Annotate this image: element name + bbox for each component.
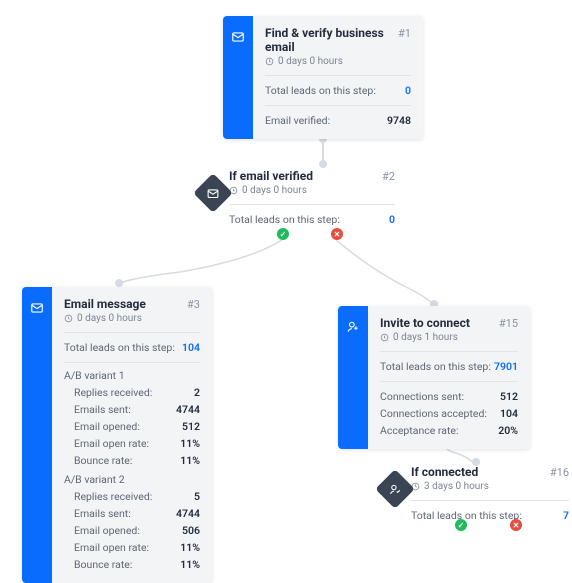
user-check-icon <box>389 483 402 496</box>
node-diamond <box>193 173 233 213</box>
metric-label: Email verified: <box>265 114 330 127</box>
node-title: If connected <box>411 465 478 479</box>
node-if-email-verified[interactable]: If email verified #2 0 days 0 hours Tota… <box>201 169 395 228</box>
branch-true-badge: ✓ <box>277 228 289 240</box>
user-plus-icon <box>346 320 360 334</box>
metric-label: Bounce rate: <box>74 454 132 467</box>
metric-value: 0 <box>389 213 395 226</box>
node-title: Email message <box>64 297 146 311</box>
metric-value: 0 <box>405 84 411 97</box>
node-invite-to-connect[interactable]: Invite to connect #15 0 days 1 hours Tot… <box>338 306 530 449</box>
node-sidebar <box>22 287 52 583</box>
metric-label: Email opened: <box>74 420 140 433</box>
node-title: Invite to connect <box>380 316 470 330</box>
node-title: Find & verify business email <box>265 26 390 54</box>
metric-label: Total leads on this step: <box>411 509 522 522</box>
delay-text: 0 days 0 hours <box>278 56 343 67</box>
node-body: Invite to connect #15 0 days 1 hours Tot… <box>368 306 530 449</box>
metric-label: Email opened: <box>74 524 140 537</box>
connector-dot <box>319 160 327 168</box>
node-body: Find & verify business email #1 0 days 0… <box>253 16 423 139</box>
metric-label: Bounce rate: <box>74 558 132 571</box>
metric-label: Acceptance rate: <box>380 424 459 437</box>
variant-label: A/B variant 1 <box>64 369 200 382</box>
metric-value: 11% <box>180 541 200 554</box>
variant-label: A/B variant 2 <box>64 473 200 486</box>
step-number: #1 <box>398 27 411 40</box>
metric-label: Total leads on this step: <box>64 341 175 354</box>
metric-label: Replies received: <box>74 386 152 399</box>
metric-value: 4744 <box>176 403 200 416</box>
step-number: #3 <box>187 298 200 311</box>
delay-text: 0 days 0 hours <box>77 313 142 324</box>
metric-value: 512 <box>182 420 200 433</box>
delay-text: 0 days 1 hours <box>393 332 458 343</box>
clock-icon <box>64 314 73 323</box>
mail-icon <box>30 301 44 315</box>
metric-label: Emails sent: <box>74 507 131 520</box>
metric-value: 11% <box>180 437 200 450</box>
mail-icon <box>207 187 220 200</box>
metric-label: Emails sent: <box>74 403 131 416</box>
metric-label: Replies received: <box>74 490 152 503</box>
metric-value: 2 <box>194 386 200 399</box>
metric-value: 512 <box>500 390 518 403</box>
metric-value: 5 <box>194 490 200 503</box>
branch-true-badge: ✓ <box>455 519 467 531</box>
metric-value: 7 <box>563 509 569 522</box>
metric-value: 7901 <box>494 360 518 373</box>
delay-text: 3 days 0 hours <box>424 481 489 492</box>
metric-label: Total leads on this step: <box>380 360 491 373</box>
clock-icon <box>265 57 274 66</box>
connector-line <box>322 143 324 161</box>
metric-label: Connections sent: <box>380 390 464 403</box>
step-number: #15 <box>499 317 518 330</box>
metric-value: 11% <box>180 454 200 467</box>
node-body: Email message #3 0 days 0 hours Total le… <box>52 287 212 583</box>
node-diamond <box>375 469 415 509</box>
metric-value: 506 <box>182 524 200 537</box>
node-sidebar <box>223 16 253 139</box>
branch-false-badge: ✕ <box>331 228 343 240</box>
clock-icon <box>380 333 389 342</box>
metric-label: Total leads on this step: <box>229 213 340 226</box>
node-if-connected[interactable]: If connected #16 3 days 0 hours Total le… <box>383 465 569 524</box>
node-title: If email verified <box>229 169 313 183</box>
metric-value: 104 <box>500 407 518 420</box>
delay-text: 0 days 0 hours <box>242 185 307 196</box>
node-email-message[interactable]: Email message #3 0 days 0 hours Total le… <box>22 287 212 583</box>
node-find-verify-email[interactable]: Find & verify business email #1 0 days 0… <box>223 16 423 139</box>
node-sidebar <box>338 306 368 449</box>
metric-value: 104 <box>182 341 200 354</box>
step-number: #2 <box>382 170 395 183</box>
step-number: #16 <box>550 466 569 479</box>
metric-value: 20% <box>498 424 518 437</box>
metric-label: Email open rate: <box>74 541 149 554</box>
branch-false-badge: ✕ <box>510 519 522 531</box>
metric-value: 11% <box>180 558 200 571</box>
metric-value: 4744 <box>176 507 200 520</box>
metric-label: Connections accepted: <box>380 407 487 420</box>
mail-icon <box>231 30 245 44</box>
metric-value: 9748 <box>387 114 411 127</box>
metric-label: Email open rate: <box>74 437 149 450</box>
metric-label: Total leads on this step: <box>265 84 376 97</box>
